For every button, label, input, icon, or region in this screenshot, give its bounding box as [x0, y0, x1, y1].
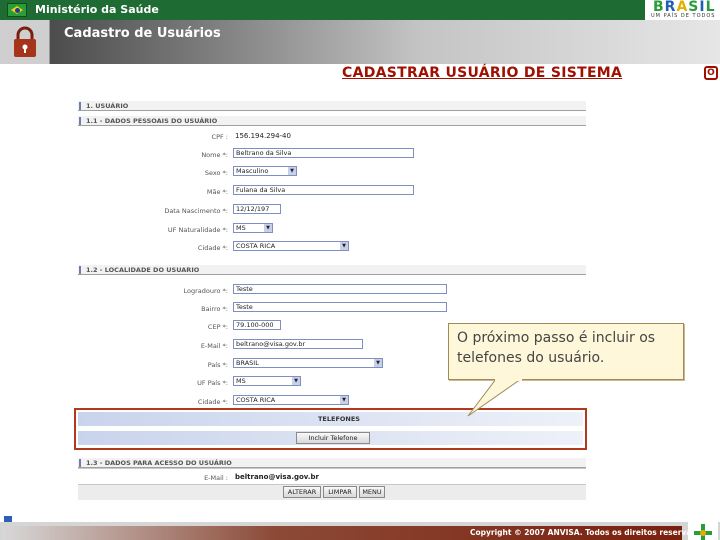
limpar-button[interactable]: LIMPAR — [323, 486, 357, 498]
footer: Copyright © 2007 ANVISA. Todos os direit… — [0, 522, 720, 540]
cpf-label: CPF : — [211, 133, 228, 141]
cidade2-select-value: COSTA RICA — [236, 396, 276, 404]
chevron-down-icon: ▼ — [264, 224, 272, 232]
ministry-name: Ministério da Saúde — [35, 3, 159, 16]
nascimento-field[interactable]: 12/12/197 — [233, 204, 281, 214]
add-phone-button[interactable]: Incluir Telefone — [296, 432, 370, 444]
cidade-select-value: COSTA RICA — [236, 242, 276, 250]
sexo-select-value: Masculino — [236, 167, 269, 175]
sexo-label: Sexo *: — [204, 169, 228, 177]
cidade2-select[interactable]: COSTA RICA ▼ — [233, 395, 349, 405]
header-title: Cadastro de Usuários — [64, 26, 221, 41]
app-header: Cadastro de Usuários — [0, 20, 720, 64]
pais-select-value: BRASIL — [236, 359, 259, 367]
lock-tile — [0, 20, 50, 64]
access-email-value: beltrano@visa.gov.br — [235, 473, 319, 481]
menu-button[interactable]: MENU — [359, 486, 385, 498]
mae-field[interactable]: Fulana da Silva — [233, 185, 414, 195]
uf-naturalidade-label: UF Naturalidade *: — [167, 226, 228, 234]
chevron-down-icon: ▼ — [288, 167, 296, 175]
lock-icon — [14, 26, 36, 57]
section-user: 1. USUÁRIO — [78, 101, 586, 111]
section-personal-data: 1.1 - DADOS PESSOAIS DO USUÁRIO — [78, 116, 586, 126]
tutorial-callout: O próximo passo é incluir os telefones d… — [448, 323, 684, 380]
cep-field[interactable]: 79.100-000 — [233, 320, 281, 330]
copyright-text: Copyright © 2007 ANVISA. Todos os direit… — [470, 528, 707, 537]
phones-title: TELEFONES — [318, 415, 360, 423]
top-bar: Ministério da Saúde BRASIL UM PAÍS DE TO… — [0, 0, 720, 20]
pais-select[interactable]: BRASIL ▼ — [233, 358, 383, 368]
chevron-down-icon: ▼ — [340, 396, 348, 404]
section-access: 1.3 - DADOS PARA ACESSO DO USUÁRIO — [78, 458, 586, 468]
section-locality: 1.2 - LOCALIDADE DO USUARIO — [78, 265, 586, 275]
nome-label: Nome *: — [201, 151, 228, 159]
cidade-select[interactable]: COSTA RICA ▼ — [233, 241, 349, 251]
uf-pais-select[interactable]: MS ▼ — [233, 376, 301, 386]
cep-label: CEP *: — [207, 323, 228, 331]
exit-icon[interactable]: O — [704, 66, 718, 80]
email-field[interactable]: beltrano@visa.gov.br — [233, 339, 363, 349]
bairro-field[interactable]: Teste — [233, 302, 447, 312]
uf-naturalidade-select[interactable]: MS ▼ — [233, 223, 273, 233]
page-heading: CADASTRAR USUÁRIO DE SISTEMA — [342, 65, 623, 81]
chevron-down-icon: ▼ — [292, 377, 300, 385]
alterar-button[interactable]: ALTERAR — [283, 486, 321, 498]
nome-field[interactable]: Beltrano da Silva — [233, 148, 414, 158]
bairro-label: Bairro *: — [201, 305, 228, 313]
brazil-flag-icon — [7, 3, 27, 17]
brasil-logo: BRASIL UM PAÍS DE TODOS — [645, 0, 720, 20]
cidade2-label: Cidade *: — [197, 398, 228, 406]
nascimento-label: Data Nascimento *: — [164, 207, 228, 215]
uf-pais-select-value: MS — [236, 377, 246, 385]
chevron-down-icon: ▼ — [374, 359, 382, 367]
uf-pais-label: UF País *: — [197, 379, 228, 387]
mae-label: Mãe *: — [206, 188, 228, 196]
logradouro-label: Logradouro *: — [183, 287, 228, 295]
uf-naturalidade-value: MS — [236, 224, 246, 232]
sexo-select[interactable]: Masculino ▼ — [233, 166, 297, 176]
cidade-label: Cidade *: — [197, 244, 228, 252]
brasil-tagline: UM PAÍS DE TODOS — [651, 13, 716, 19]
logradouro-field[interactable]: Teste — [233, 284, 447, 294]
email-label: E-Mail *: — [200, 342, 228, 350]
pais-label: País *: — [207, 361, 228, 369]
chevron-down-icon: ▼ — [340, 242, 348, 250]
cpf-value: 156.194.294-40 — [235, 132, 291, 140]
callout-tail — [467, 379, 522, 417]
anvisa-logo-icon — [688, 522, 718, 540]
access-email-label: E-Mail : — [204, 474, 228, 482]
divider — [78, 468, 586, 469]
